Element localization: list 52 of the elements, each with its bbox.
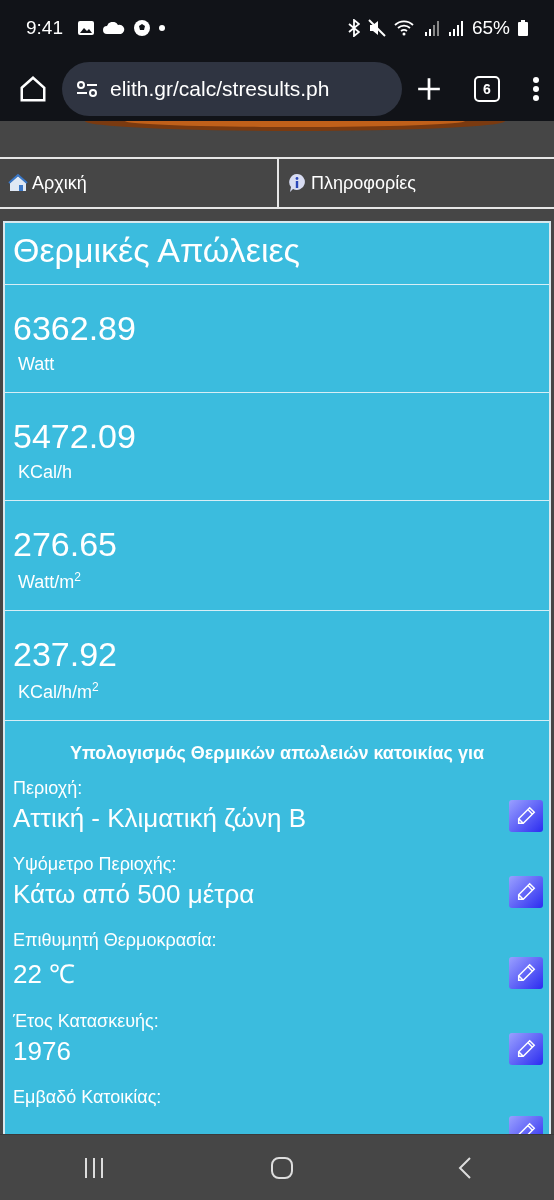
result-unit: Watt	[17, 354, 56, 375]
pencil-icon	[515, 962, 537, 984]
field-value: Κάτω από 500 μέτρα	[13, 879, 256, 910]
info-icon	[287, 173, 307, 193]
signal-icon	[447, 19, 464, 37]
back-icon[interactable]	[458, 1155, 472, 1180]
field-value: 22 ℃	[13, 958, 77, 991]
plus-icon[interactable]	[416, 75, 442, 102]
result-unit: KCal/h/m$^{2}$	[17, 680, 100, 703]
signal-icon	[423, 19, 440, 37]
result-value: 6362.89	[13, 309, 137, 348]
pencil-icon	[515, 881, 537, 903]
field-value: Αττική - Κλιματική ζώνη Β	[13, 803, 308, 834]
field-label: Εμβαδό Κατοικίας:	[13, 1087, 163, 1108]
image-icon	[77, 20, 95, 36]
field-label: Έτος Κατασκευής:	[13, 1011, 160, 1032]
battery-icon	[518, 20, 528, 36]
url-text: elith.gr/calc/stresults.ph	[110, 76, 330, 101]
panel-title: Θερμικές Απώλειες	[5, 223, 549, 285]
menu-icon[interactable]	[532, 75, 540, 102]
dot-icon	[159, 25, 165, 31]
recent-apps-icon[interactable]	[82, 1156, 106, 1179]
summary-heading: Υπολογισμός Θερμικών απωλειών κατοικίας για	[69, 742, 485, 765]
field-value: 1976	[13, 1036, 72, 1067]
soccer-ball-icon	[133, 19, 151, 37]
result-value: 5472.09	[13, 417, 137, 456]
field-label: Περιοχή:	[13, 778, 84, 799]
address-bar[interactable]: elith.gr/calc/stresults.ph	[62, 61, 402, 116]
edit-button[interactable]	[509, 800, 543, 832]
home-button-icon[interactable]	[270, 1155, 294, 1180]
bluetooth-icon	[347, 19, 360, 37]
field-label: Υψόμετρο Περιοχής:	[13, 854, 178, 875]
tab-count[interactable]: 6	[474, 75, 500, 102]
wifi-icon	[393, 19, 416, 37]
cloud-icon	[103, 22, 125, 34]
result-unit: KCal/h	[17, 462, 74, 483]
pencil-icon	[515, 1038, 537, 1060]
site-settings-icon[interactable]	[76, 79, 98, 98]
result-value: 276.65	[13, 525, 118, 564]
mute-icon	[367, 19, 386, 37]
edit-button[interactable]	[509, 957, 543, 989]
result-value: 237.92	[13, 635, 118, 674]
nav-link[interactable]: Πληροφορίες	[277, 159, 554, 207]
clock-time: 9:41	[26, 17, 63, 39]
house-icon	[8, 173, 28, 193]
nav-link[interactable]: Αρχική	[0, 159, 277, 207]
edit-button[interactable]	[509, 876, 543, 908]
battery-percent: 65%	[471, 17, 510, 39]
result-unit: Watt/m$^{2}$	[17, 570, 83, 593]
edit-button[interactable]	[509, 1033, 543, 1065]
field-label: Επιθυμητή Θερμοκρασία:	[13, 930, 218, 951]
pencil-icon	[515, 805, 537, 827]
